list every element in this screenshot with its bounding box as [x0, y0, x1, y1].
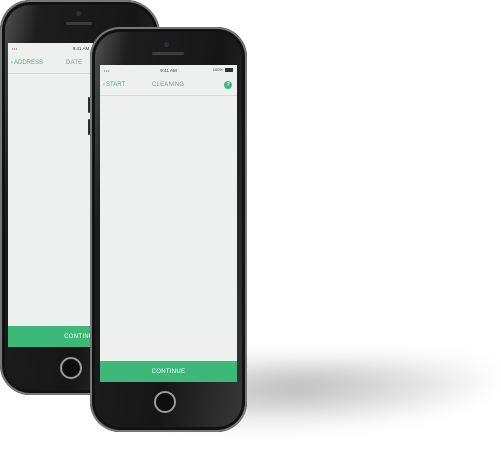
status-time: 9:41 AM [160, 67, 177, 73]
volume-up-button [88, 97, 90, 113]
chevron-left-icon: ‹ [103, 82, 105, 88]
earpiece [152, 52, 184, 55]
battery-percent: 100% [212, 67, 223, 72]
page-title: DATE [66, 60, 83, 66]
signal-icon: ••• [12, 46, 18, 51]
back-button-label: START [106, 82, 126, 88]
front-phone-screen: ••• 9:41 AM 100% ‹ START CLEANING ? CONT… [100, 65, 237, 382]
nav-bar: ‹ START CLEANING ? [100, 75, 237, 96]
status-bar: ••• 9:41 AM 100% [100, 65, 237, 75]
page-title: CLEANING [152, 82, 185, 88]
signal-icon: ••• [104, 68, 110, 73]
continue-button[interactable]: CONTINUE [100, 361, 237, 382]
back-button-label: ADDRESS [14, 60, 44, 66]
home-button[interactable] [60, 357, 82, 379]
front-phone: ••• 9:41 AM 100% ‹ START CLEANING ? CONT… [88, 27, 247, 432]
volume-down-button [88, 119, 90, 135]
status-time: 9:41 AM [72, 45, 90, 51]
back-button[interactable]: ‹ START [103, 82, 125, 88]
front-camera [76, 11, 81, 16]
chevron-left-icon: ‹ [11, 60, 13, 66]
battery-icon [225, 67, 233, 72]
front-camera [164, 42, 169, 47]
question-icon[interactable]: ? [224, 81, 232, 89]
earpiece [66, 22, 92, 25]
back-button[interactable]: ‹ ADDRESS [11, 60, 43, 66]
battery-indicator: 100% [213, 67, 233, 72]
home-button[interactable] [154, 391, 176, 413]
